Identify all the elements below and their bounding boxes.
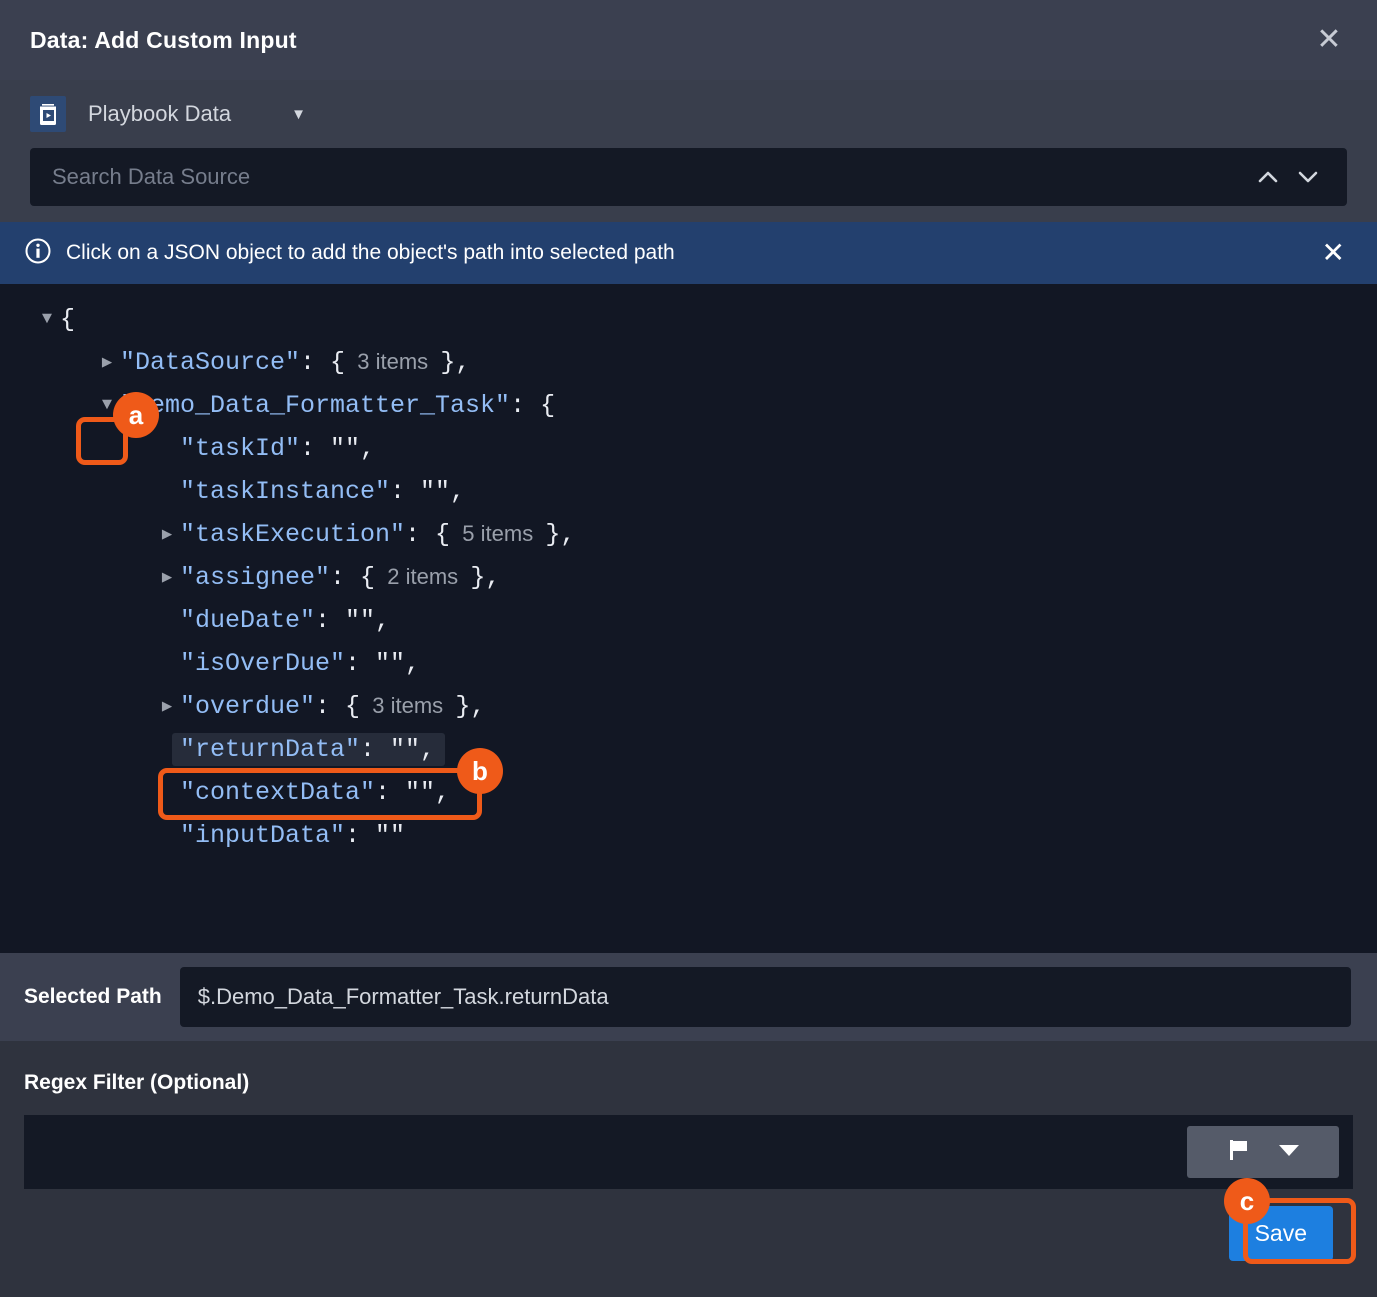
selected-path-row: Selected Path: [0, 953, 1377, 1041]
search-box[interactable]: [30, 148, 1347, 206]
json-tree-row-content: "DataSource": { 3 items },: [120, 348, 470, 377]
selected-path-label: Selected Path: [24, 985, 162, 1009]
expand-triangle-icon[interactable]: ▶: [154, 696, 180, 717]
json-punctuation: : {: [315, 692, 360, 721]
search-bar-container: [0, 148, 1377, 222]
expand-triangle-icon[interactable]: ▶: [154, 567, 180, 588]
selected-path-input[interactable]: [180, 967, 1351, 1027]
json-tree-row[interactable]: ▶"DataSource": { 3 items },: [0, 341, 1377, 384]
json-key: "dueDate": [180, 606, 315, 635]
info-icon: [24, 237, 52, 270]
json-key: "assignee": [180, 563, 330, 592]
playbook-icon: [30, 96, 66, 132]
json-tree-row[interactable]: ▶"taskId": "",: [0, 427, 1377, 470]
chevron-down-icon[interactable]: ▼: [291, 107, 306, 122]
json-punctuation: : "": [345, 821, 405, 850]
json-key: "contextData": [180, 778, 375, 807]
chevron-up-icon[interactable]: [1255, 164, 1281, 190]
json-key: "overdue": [180, 692, 315, 721]
json-tree-row-content: "assignee": { 2 items },: [180, 563, 500, 592]
expand-triangle-icon[interactable]: ▶: [94, 352, 120, 373]
add-custom-input-dialog: Data: Add Custom Input ✕ Playbook Data ▼: [0, 0, 1377, 1297]
info-banner-text: Click on a JSON object to add the object…: [66, 241, 675, 265]
data-source-selector[interactable]: Playbook Data ▼: [0, 80, 1377, 148]
json-punctuation: : "",: [300, 434, 375, 463]
json-punctuation: : "",: [360, 735, 435, 764]
collapse-triangle-icon[interactable]: ▼: [94, 396, 120, 415]
info-banner: Click on a JSON object to add the object…: [0, 222, 1377, 284]
json-tree-row[interactable]: ▶"dueDate": "",: [0, 599, 1377, 642]
json-tree-row[interactable]: ▶"inputData": "": [0, 814, 1377, 857]
json-tree-row[interactable]: ▶"contextData": "",: [0, 771, 1377, 814]
json-tree-row-content: "taskExecution": { 5 items },: [180, 520, 575, 549]
dialog-footer: Save: [0, 1201, 1377, 1297]
data-source-label: Playbook Data: [88, 101, 231, 127]
json-tree-row[interactable]: ▼{: [0, 298, 1377, 341]
chevron-down-icon[interactable]: [1278, 1143, 1300, 1162]
json-punctuation: : "",: [390, 477, 465, 506]
regex-filter-section: Regex Filter (Optional): [0, 1041, 1377, 1201]
json-tree-row-content: "returnData": "",: [172, 733, 445, 766]
json-tree-row[interactable]: ▼"Demo_Data_Formatter_Task": {: [0, 384, 1377, 427]
json-tree-row-content: "taskInstance": "",: [180, 477, 465, 506]
regex-filter-input[interactable]: [24, 1115, 1187, 1189]
json-item-count: 5 items: [450, 521, 545, 546]
json-punctuation: : "",: [315, 606, 390, 635]
json-punctuation: },: [470, 563, 500, 592]
json-tree-row-content: "Demo_Data_Formatter_Task": {: [120, 391, 555, 420]
json-punctuation: : {: [405, 520, 450, 549]
json-key: "DataSource": [120, 348, 300, 377]
json-tree-row-content: {: [60, 305, 75, 334]
json-tree[interactable]: ▼{▶"DataSource": { 3 items },▼"Demo_Data…: [0, 284, 1377, 953]
json-key: "Demo_Data_Formatter_Task": [120, 391, 510, 420]
search-input[interactable]: [30, 148, 1255, 206]
json-punctuation: : "",: [375, 778, 450, 807]
regex-filter-label: Regex Filter (Optional): [24, 1071, 1353, 1095]
json-tree-row[interactable]: ▶"assignee": { 2 items },: [0, 556, 1377, 599]
json-key: "inputData": [180, 821, 345, 850]
page-title: Data: Add Custom Input: [30, 27, 297, 54]
regex-flag-button[interactable]: [1187, 1126, 1339, 1178]
json-tree-row[interactable]: ▶"overdue": { 3 items },: [0, 685, 1377, 728]
json-tree-row-content: "overdue": { 3 items },: [180, 692, 485, 721]
json-punctuation: },: [440, 348, 470, 377]
json-tree-row[interactable]: ▶"returnData": "",: [0, 728, 1377, 771]
flag-icon: [1226, 1137, 1252, 1168]
json-item-count: 2 items: [375, 564, 470, 589]
json-punctuation: },: [545, 520, 575, 549]
json-tree-row-content: "inputData": "": [180, 821, 405, 850]
json-tree-row-content: "taskId": "",: [180, 434, 375, 463]
json-punctuation: : {: [330, 563, 375, 592]
collapse-triangle-icon[interactable]: ▼: [34, 310, 60, 329]
json-tree-row[interactable]: ▶"taskInstance": "",: [0, 470, 1377, 513]
regex-filter-box: [24, 1115, 1353, 1189]
json-key: "isOverDue": [180, 649, 345, 678]
search-nav-group: [1255, 164, 1347, 190]
json-key: "taskId": [180, 434, 300, 463]
json-punctuation: : "",: [345, 649, 420, 678]
json-item-count: 3 items: [360, 693, 455, 718]
json-tree-row[interactable]: ▶"isOverDue": "",: [0, 642, 1377, 685]
banner-close-icon[interactable]: ✕: [1316, 239, 1351, 267]
expand-triangle-icon[interactable]: ▶: [154, 524, 180, 545]
info-banner-content: Click on a JSON object to add the object…: [24, 237, 675, 270]
json-punctuation: {: [60, 305, 75, 334]
json-punctuation: },: [455, 692, 485, 721]
json-item-count: 3 items: [345, 349, 440, 374]
dialog-titlebar: Data: Add Custom Input ✕: [0, 0, 1377, 80]
json-punctuation: : {: [510, 391, 555, 420]
json-tree-row-content: "dueDate": "",: [180, 606, 390, 635]
close-icon[interactable]: ✕: [1307, 18, 1351, 62]
save-button[interactable]: Save: [1229, 1206, 1333, 1261]
json-key: "taskExecution": [180, 520, 405, 549]
json-key: "returnData": [180, 735, 360, 764]
json-tree-row[interactable]: ▶"taskExecution": { 5 items },: [0, 513, 1377, 556]
chevron-down-icon[interactable]: [1295, 164, 1321, 190]
json-tree-row-content: "isOverDue": "",: [180, 649, 420, 678]
json-punctuation: : {: [300, 348, 345, 377]
json-key: "taskInstance": [180, 477, 390, 506]
json-tree-row-content: "contextData": "",: [180, 778, 450, 807]
